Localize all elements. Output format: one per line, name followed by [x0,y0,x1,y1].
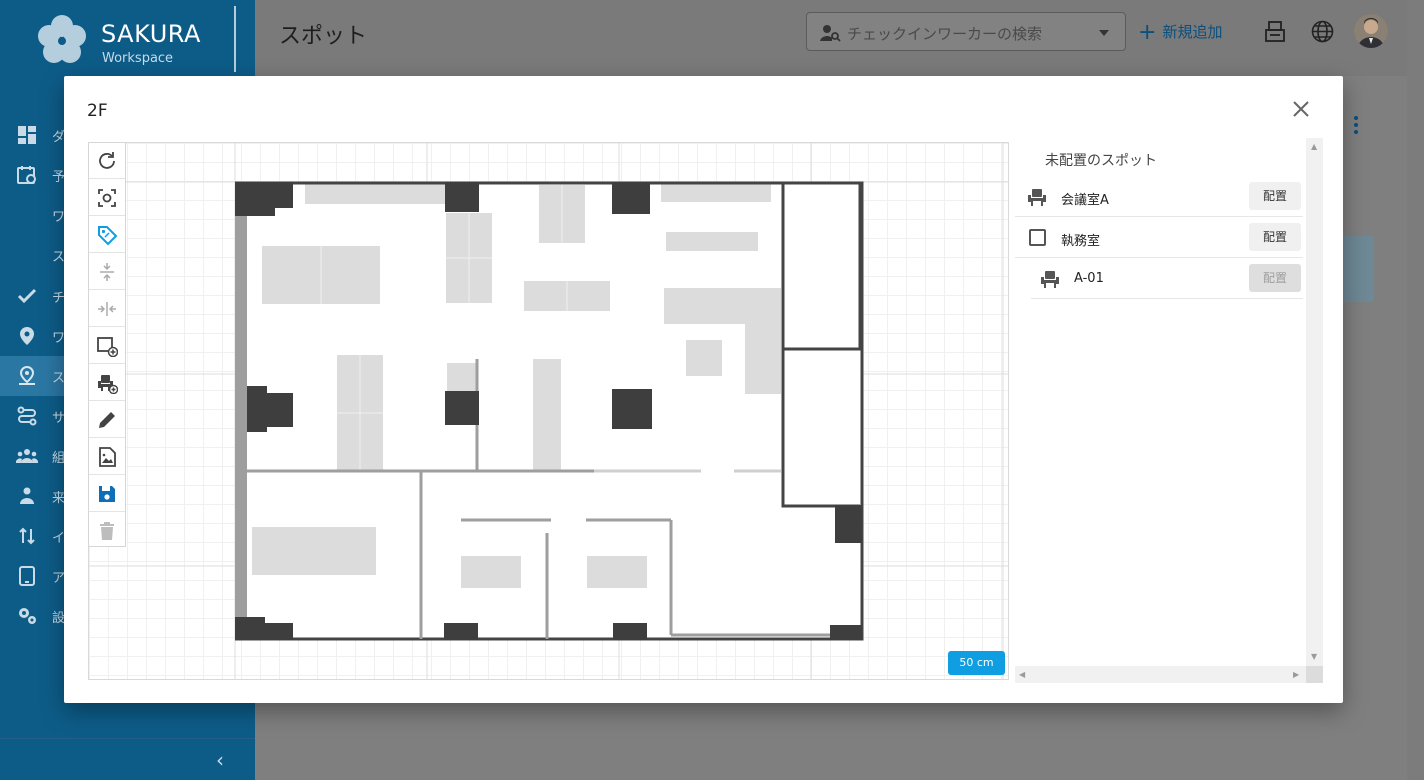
fit-view-tool-button[interactable] [89,180,125,216]
search-placeholder: チェックインワーカーの検索 [847,25,1043,43]
tablet-icon [19,566,35,586]
spot-row-meeting-room-a[interactable]: 会議室A 配置 [1015,176,1303,217]
chevron-down-icon [1099,30,1109,36]
calendar-icon [17,166,36,184]
import-export-icon [19,527,35,545]
spot-person-icon [19,365,35,385]
horizontal-align-tool-button[interactable] [89,291,125,327]
image-tool-button[interactable] [89,439,125,475]
scale-badge: 50 cm [948,651,1005,675]
checkbox[interactable] [1029,229,1046,246]
plus-icon: + [1138,20,1157,45]
add-area-tool-button[interactable] [89,328,125,364]
add-seat-icon [98,375,118,394]
sakura-logo-icon [38,15,86,63]
globe-icon[interactable] [1311,20,1334,43]
label-tool-button[interactable] [89,217,125,253]
scroll-down-icon[interactable]: ▼ [1311,652,1317,661]
spot-row-a01[interactable]: A-01 配置 [1031,258,1303,299]
close-icon[interactable] [1290,98,1312,120]
panel-vertical-scrollbar[interactable]: ▲ ▼ [1306,138,1323,666]
place-button-disabled: 配置 [1249,264,1301,292]
rotate-icon [99,152,115,169]
page-title: スポット [279,24,368,49]
vertical-align-tool-button[interactable] [89,254,125,290]
sidebar-divider [0,738,255,739]
spot-name: 会議室A [1061,193,1109,208]
image-file-icon [99,447,116,467]
worker-search-select[interactable]: チェックインワーカーの検索 [806,12,1126,51]
avatar[interactable] [1354,14,1388,48]
save-icon [99,486,115,502]
brand-subtitle: Workspace [102,51,174,66]
horizontal-compress-icon [98,302,116,316]
spot-name: A-01 [1074,271,1104,286]
more-vertical-icon[interactable] [1350,115,1362,135]
check-icon [17,288,37,304]
spot-name: 執務室 [1061,234,1101,249]
unplaced-spots-panel: 未配置のスポット 会議室A 配置 執務室 配置 A-01 配置 ▲ ▼ ◀ ▶ [1015,138,1323,683]
page-scrollbar[interactable] [1407,0,1424,780]
pencil-icon [99,412,115,428]
add-new-label: 新規追加 [1162,23,1223,41]
vertical-compress-icon [100,263,114,281]
seat-icon [1028,189,1046,206]
person-search-icon [820,25,841,42]
panel-horizontal-scrollbar[interactable]: ◀ ▶ [1015,666,1306,683]
scroll-left-icon[interactable]: ◀ [1019,670,1025,679]
place-button[interactable]: 配置 [1249,223,1301,251]
dialog-title: 2F [87,101,108,121]
place-button[interactable]: 配置 [1249,182,1301,210]
brand-divider [234,6,236,72]
dashboard-icon [18,126,36,144]
user-avatar-image [1354,14,1388,48]
focus-frame-icon [98,189,116,207]
floor-editor-dialog: 2F 50 cm 未配置のスポット 会議室A 配置 執務室 配置 A-01 配置… [64,76,1343,703]
trash-icon [100,522,114,540]
add-rectangle-icon [97,337,118,357]
brand[interactable]: SAKURA Workspace [0,0,255,76]
delete-tool-button[interactable] [89,513,125,549]
scroll-right-icon[interactable]: ▶ [1293,670,1299,679]
seat-icon [1041,271,1059,288]
collapse-sidebar-icon[interactable]: ‹ [216,748,224,772]
tag-icon [98,226,118,246]
scrollbar-corner [1306,666,1323,683]
group-icon [16,449,38,463]
editor-toolbar [88,142,126,547]
visitor-icon [20,487,34,504]
floor-plan-drawing [89,143,1008,679]
edit-tool-button[interactable] [89,402,125,438]
scroll-up-icon[interactable]: ▲ [1311,142,1317,151]
panel-heading: 未配置のスポット [1045,153,1157,169]
route-icon [17,406,37,426]
print-icon[interactable] [1264,20,1286,44]
rotate-tool-button[interactable] [89,143,125,179]
spot-row-office[interactable]: 執務室 配置 [1015,217,1303,258]
location-pin-icon [20,327,34,345]
add-seat-tool-button[interactable] [89,365,125,401]
brand-name: SAKURA [101,20,201,48]
save-tool-button[interactable] [89,476,125,512]
add-new-button[interactable]: + 新規追加 [1138,20,1223,45]
settings-icon [19,608,36,624]
floor-plan-canvas[interactable] [88,142,1009,680]
